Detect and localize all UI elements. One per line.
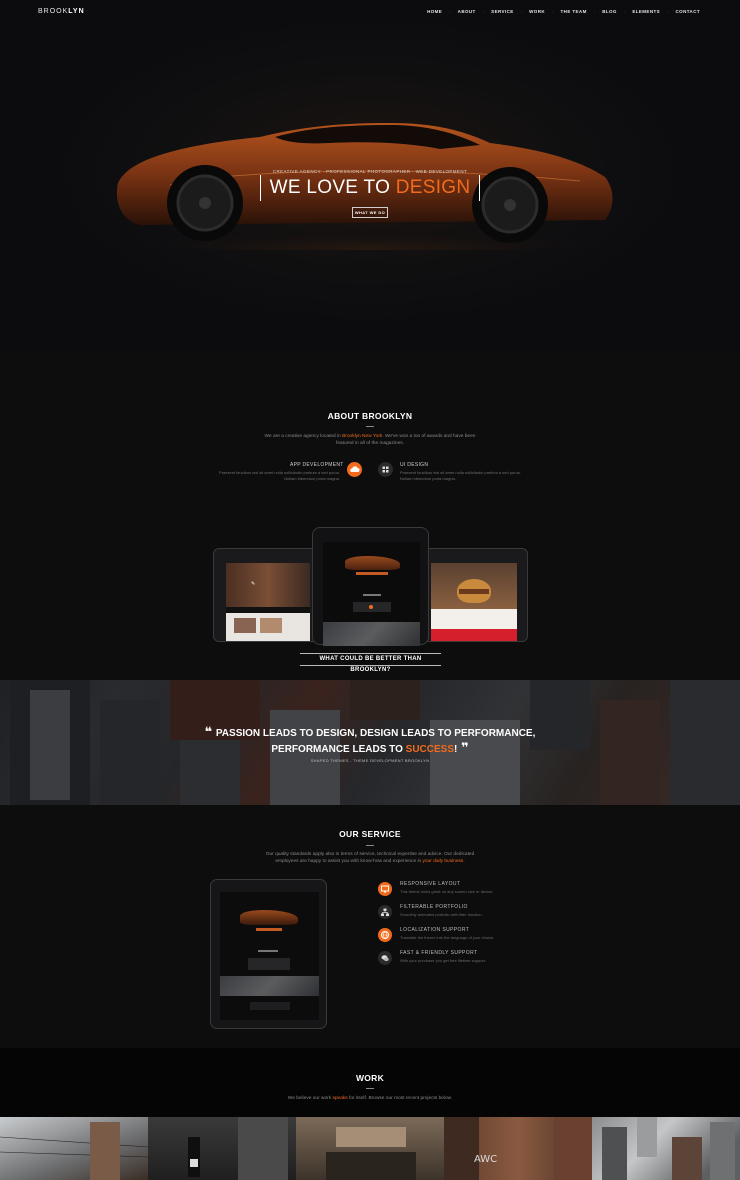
service-item-desc: Translate the theme into the language of…	[400, 935, 495, 940]
service-tablet-mockup	[210, 879, 327, 1029]
about-divider	[366, 426, 374, 427]
hero-title: WE LOVE TO DESIGN	[260, 175, 480, 201]
quote-line2-a: PERFORMANCE LEADS TO	[271, 744, 406, 755]
work-text-a: We believe our work	[287, 1096, 333, 1101]
service-text-a: Our quality standards apply also in term…	[265, 852, 475, 857]
about-title: ABOUT BROOKLYN	[327, 411, 413, 421]
hero-subtitle: CREATIVE AGENCY · PROFESSIONAL PHOTOGRAP…	[272, 169, 468, 174]
portfolio-item[interactable]	[148, 1117, 296, 1180]
speaks-link[interactable]: speaks	[332, 1096, 347, 1101]
hero-section: CREATIVE AGENCY · PROFESSIONAL PHOTOGRAP…	[0, 0, 740, 350]
tablet-center-mockup	[312, 527, 429, 646]
monitor-icon	[378, 882, 392, 896]
logo-text-light: BROOK	[38, 8, 69, 15]
nav-item-blog[interactable]: BLOG	[602, 9, 617, 14]
globe-icon	[378, 928, 392, 942]
service-title: OUR SERVICE	[339, 829, 401, 839]
top-navigation: BROOKLYN HOME · ABOUT · SERVICE · WORK · THE…	[0, 0, 740, 26]
tablet-right-screen	[431, 563, 517, 641]
tablet-center-screen	[323, 542, 420, 646]
logo-text-bold: LYN	[68, 8, 85, 15]
service-item-desc: Smoothly animated portfolio with filter …	[400, 912, 483, 917]
portfolio-grid: AWC	[0, 1117, 740, 1180]
quote-text: ❝ PASSION LEADS TO DESIGN, DESIGN LEADS …	[204, 724, 536, 756]
hero-title-text: WE LOVE TO	[269, 177, 396, 198]
ui-design-desc: Praesent faucibus nisl sit amet nulla so…	[400, 470, 580, 482]
cloud-icon	[347, 462, 362, 477]
service-item-desc: This theme looks great on any screen siz…	[400, 889, 494, 894]
portfolio-item[interactable]	[592, 1117, 740, 1180]
portfolio-item[interactable]	[296, 1117, 444, 1180]
service-item-title: FILTERABLE PORTFOLIO	[400, 904, 468, 910]
about-text-c: featured in all of the magazines.	[336, 441, 404, 446]
tablet-left-mockup: ✎	[213, 548, 321, 642]
sitemap-icon	[378, 905, 392, 919]
about-text-a: We are a creative agency located in	[264, 434, 343, 439]
portfolio-item[interactable]	[0, 1117, 148, 1180]
quote-success: SUCCESS	[405, 744, 455, 755]
work-divider	[366, 1088, 374, 1089]
work-title: WORK	[355, 1073, 385, 1083]
work-section	[0, 1048, 740, 1118]
daily-business-link[interactable]: your daily business	[423, 859, 464, 864]
chat-icon	[378, 951, 392, 965]
app-development-title: APP DEVELOPMENT	[290, 462, 344, 468]
brooklyn-link[interactable]: Brooklyn New York	[342, 434, 382, 439]
ui-design-title: UI DESIGN	[400, 462, 429, 468]
nav-item-work[interactable]: WORK	[529, 9, 545, 14]
service-item-title: FAST & FRIENDLY SUPPORT	[400, 950, 478, 956]
brand-logo[interactable]: BROOKLYN	[38, 8, 85, 15]
service-tablet-screen	[220, 892, 319, 1020]
tablet-left-screen: ✎	[226, 563, 310, 641]
svg-text:AWC: AWC	[474, 1154, 497, 1165]
quote-line1: PASSION LEADS TO DESIGN, DESIGN LEADS TO…	[215, 728, 536, 739]
nav-item-elements[interactable]: ELEMENTS	[632, 9, 660, 14]
app-dev-desc-line2: Nullam bibendum porta magna.	[284, 476, 340, 481]
nav-item-contact[interactable]: CONTACT	[676, 9, 700, 14]
hero-title-accent: DESIGN	[395, 177, 471, 198]
quote-author: SHAPED THEMES - THEME DEVELOPMENT BROOKL…	[310, 758, 430, 763]
showcase-banner: WHAT COULD BE BETTER THAN BROOKLYN?	[300, 653, 441, 673]
about-text-b: . We've won a ton of awards and have bee…	[382, 434, 476, 439]
main-menu: HOME · ABOUT · SERVICE · WORK · THE TEAM · BL…	[427, 9, 700, 14]
ui-design-desc-line1: Praesent faucibus nisl sit amet nulla so…	[400, 470, 521, 475]
service-divider	[366, 845, 374, 846]
portfolio-item[interactable]: AWC	[444, 1117, 592, 1180]
nav-item-service[interactable]: SERVICE	[491, 9, 513, 14]
service-item-title: RESPONSIVE LAYOUT	[400, 881, 461, 887]
what-we-do-button[interactable]: WHAT WE DO	[352, 207, 388, 218]
service-item-title: LOCALIZATION SUPPORT	[400, 927, 470, 933]
service-text-c: .	[463, 859, 465, 864]
nav-item-the-team[interactable]: THE TEAM	[561, 9, 587, 14]
nav-item-home[interactable]: HOME	[427, 9, 442, 14]
service-text: Our quality standards apply also in term…	[0, 851, 740, 865]
grid-icon	[378, 462, 393, 477]
nav-item-about[interactable]: ABOUT	[458, 9, 476, 14]
app-development-desc: Praesent faucibus nisl sit amet nulla so…	[160, 470, 340, 482]
app-dev-desc-line1: Praesent faucibus nisl sit amet nulla so…	[219, 470, 340, 475]
service-text-b: employees are happy to assist you with k…	[275, 859, 423, 864]
work-text-b: for itself. Browse our most recent proje…	[347, 1096, 453, 1101]
about-text: We are a creative agency located in Broo…	[0, 433, 740, 447]
ui-design-desc-line2: Nullam bibendum porta magna.	[400, 476, 456, 481]
work-text: We believe our work speaks for itself. B…	[0, 1095, 740, 1102]
tablet-right-mockup	[420, 548, 528, 642]
service-item-desc: With your purchase you get free lifetime…	[400, 958, 487, 963]
